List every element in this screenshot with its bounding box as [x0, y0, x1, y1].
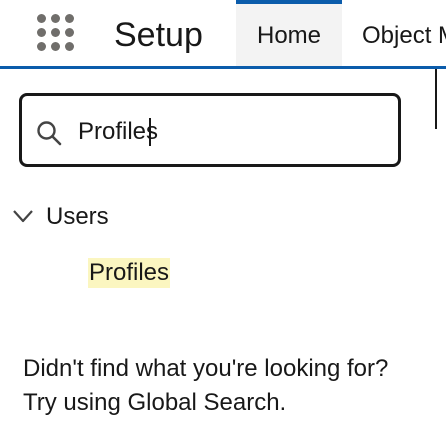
app-launcher-icon[interactable]	[33, 12, 81, 56]
tab-home[interactable]: Home	[236, 0, 342, 66]
panel-edge	[435, 69, 437, 129]
app-title: Setup	[114, 16, 203, 54]
tree-group-users[interactable]: Users	[46, 202, 109, 232]
no-results-line-1: Didn't find what you're looking for?	[23, 355, 389, 382]
text-caret	[149, 118, 151, 146]
tree-item-profiles[interactable]: Profiles	[88, 258, 171, 288]
chevron-down-icon[interactable]	[10, 203, 36, 229]
tab-object-manager[interactable]: Object M	[362, 0, 446, 66]
global-search-hint: Try using Global Search.	[23, 389, 287, 416]
quick-find-input[interactable]	[78, 116, 378, 148]
setup-header: Setup Home Object M	[0, 0, 446, 68]
search-icon	[37, 121, 62, 146]
no-results-message: Didn't find what you're looking for? Try…	[23, 352, 433, 420]
